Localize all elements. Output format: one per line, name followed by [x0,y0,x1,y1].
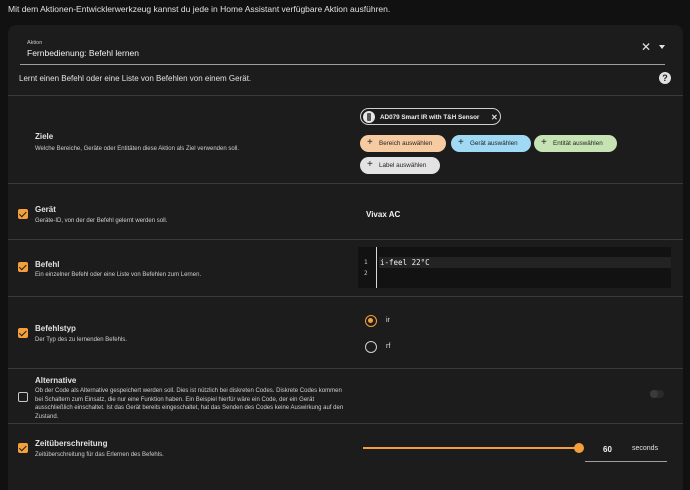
line-number: 2 [364,270,368,277]
device-field-description: Geräte-ID, von der der Befehl gelernt we… [35,218,168,224]
close-icon[interactable]: ✕ [641,41,651,53]
command-type-description: Der Typ des zu lernenden Befehls. [35,337,127,343]
alternative-description: Ob der Code als Alternative gespeichert … [35,388,344,420]
code-gutter [358,247,377,288]
remote-icon [363,111,375,123]
plus-icon: + [367,137,373,148]
targets-title: Ziele [35,132,54,141]
choose-area-button[interactable]: + Bereich auswählen [360,135,446,152]
choose-entity-button[interactable]: + Entität auswählen [534,135,617,152]
divider [8,423,683,424]
action-select[interactable]: Aktion Fernbedienung: Befehl lernen ✕ [20,37,665,65]
action-card: Aktion Fernbedienung: Befehl lernen ✕ Le… [8,25,683,490]
divider [8,95,683,96]
alternative-title: Alternative [35,376,77,385]
timeout-value: 60 [603,445,612,454]
radio-rf[interactable] [365,341,377,353]
code-text: i-feel 22°C [380,258,430,267]
plus-icon: + [458,137,464,148]
radio-rf-label: rf [386,343,391,350]
divider [8,183,683,184]
command-field-checkbox[interactable] [18,262,28,272]
selected-device-chip[interactable]: AD079 Smart IR with T&H Sensor ✕ [360,108,501,125]
alternative-toggle[interactable] [650,390,664,398]
choose-entity-label: Entität auswählen [553,140,603,147]
intro-text: Mit dem Aktionen-Entwicklerwerkzeug kann… [8,4,391,14]
action-caption: Aktion [27,40,43,46]
choose-area-label: Bereich auswählen [379,140,433,147]
device-field-checkbox[interactable] [18,209,28,219]
plus-icon: + [367,159,373,170]
command-type-checkbox[interactable] [18,328,28,338]
action-value: Fernbedienung: Befehl lernen [27,48,139,58]
choose-device-label: Gerät auswählen [470,140,518,147]
device-field-value[interactable]: Vivax AC [366,210,400,219]
timeout-slider-track[interactable] [363,447,579,449]
choose-label-button[interactable]: + Label auswählen [360,157,440,174]
radio-ir[interactable] [365,315,377,327]
remove-device-icon[interactable]: ✕ [491,109,498,126]
radio-ir-label: ir [386,317,390,324]
choose-device-button[interactable]: + Gerät auswählen [451,135,531,152]
device-field-title: Gerät [35,205,56,214]
command-field-title: Befehl [35,260,60,269]
timeout-checkbox[interactable] [18,443,28,453]
command-field-description: Ein einzelner Befehl oder eine Liste von… [35,272,202,278]
selected-device-label: AD079 Smart IR with T&H Sensor [380,114,480,121]
timeout-number-field[interactable]: 60 seconds [585,435,667,462]
help-circle-icon[interactable]: ? [659,72,671,84]
line-number: 1 [364,259,368,266]
timeout-description: Zeitüberschreitung für das Erlernen des … [35,452,164,458]
plus-icon: + [541,137,547,148]
timeout-unit: seconds [632,445,659,452]
divider [8,239,683,240]
timeout-slider-thumb[interactable] [574,443,584,453]
action-description: Lernt einen Befehl oder eine Liste von B… [19,74,252,83]
command-code-editor[interactable]: 1 2 i-feel 22°C [358,247,671,288]
command-type-title: Befehlstyp [35,324,76,333]
targets-description: Welche Bereiche, Geräte oder Entitäten d… [35,146,239,152]
choose-label-label: Label auswählen [379,162,427,169]
divider [8,368,683,369]
divider [8,296,683,297]
timeout-title: Zeitüberschreitung [35,439,108,448]
menu-down-icon[interactable] [659,45,665,49]
alternative-checkbox[interactable] [18,392,28,402]
